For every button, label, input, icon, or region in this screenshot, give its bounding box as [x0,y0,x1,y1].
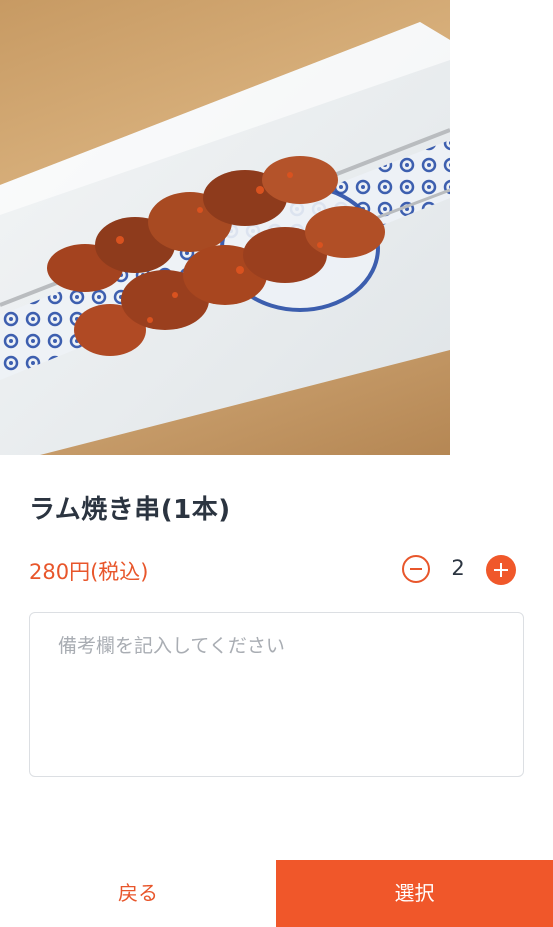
product-detail-screen: ラム焼き串(1本) 280円(税込) 2 戻る 選択 [0,0,553,927]
footer-action-bar: 戻る 選択 [0,860,553,927]
minus-circle-icon[interactable] [402,555,430,583]
quantity-value: 2 [451,556,465,580]
product-price: 280円(税込) [29,560,149,584]
product-image [0,0,450,455]
product-title: ラム焼き串(1本) [29,495,231,525]
back-button[interactable]: 戻る [0,860,276,927]
select-button[interactable]: 選択 [276,860,553,927]
remarks-input[interactable] [29,612,524,777]
quantity-stepper: 2 [402,555,518,587]
plus-circle-icon[interactable] [486,555,516,585]
